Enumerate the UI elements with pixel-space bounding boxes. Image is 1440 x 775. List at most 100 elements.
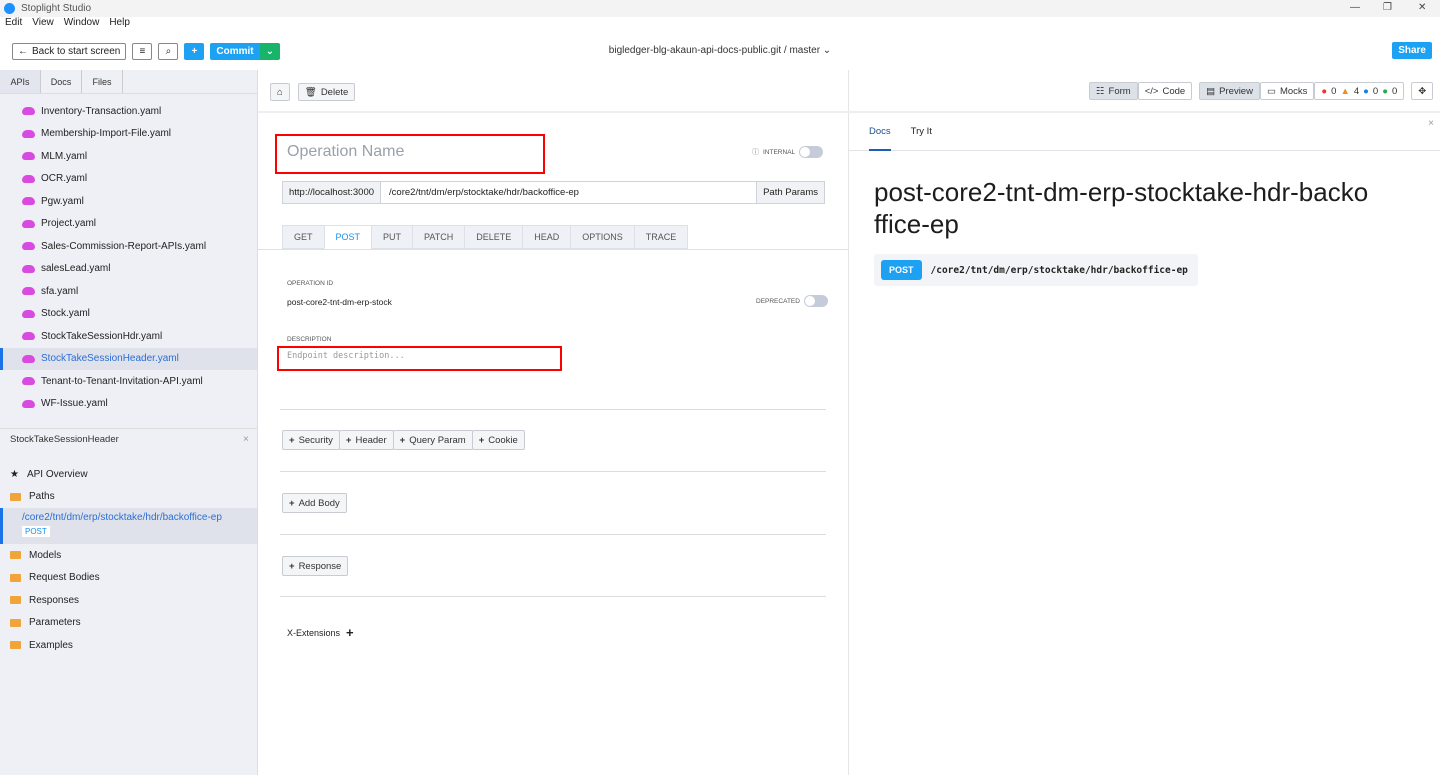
file-label: salesLead.yaml: [41, 263, 111, 275]
tab-docs[interactable]: Docs: [41, 70, 82, 93]
path-input[interactable]: /core2/tnt/dm/erp/stocktake/hdr/backoffi…: [381, 182, 756, 203]
file-item[interactable]: StockTakeSessionHeader.yaml: [0, 347, 257, 370]
method-tab[interactable]: GET: [282, 225, 325, 249]
method-tab[interactable]: POST: [323, 225, 373, 249]
file-label: Pgw.yaml: [41, 195, 84, 207]
label: Mocks: [1279, 85, 1308, 97]
editor-panel: ⌂ 🗑 Delete Operation Name ⓘ INTERNAL http…: [258, 70, 1440, 775]
file-label: OCR.yaml: [41, 173, 88, 185]
form-button[interactable]: ☷ Form: [1089, 82, 1138, 100]
label: Preview: [1219, 85, 1253, 97]
cloud-icon: [22, 377, 35, 386]
cloud-icon: [22, 197, 35, 206]
minimize-icon[interactable]: —: [1350, 2, 1360, 13]
x-extensions[interactable]: X-Extensions +: [287, 625, 354, 640]
add-param-button[interactable]: + Query Param: [392, 430, 473, 450]
add-response-button[interactable]: + Response: [282, 556, 349, 576]
file-item[interactable]: WF-Issue.yaml: [0, 393, 257, 416]
file-item[interactable]: StockTakeSessionHdr.yaml: [0, 325, 257, 348]
server-select[interactable]: http://localhost:3000: [283, 182, 382, 203]
file-item[interactable]: Sales-Commission-Report-APIs.yaml: [0, 235, 257, 258]
file-item[interactable]: sfa.yaml: [0, 280, 257, 303]
file-item[interactable]: Pgw.yaml: [0, 190, 257, 213]
info-icon: ⓘ: [752, 149, 759, 156]
tab-apis[interactable]: APIs: [0, 70, 41, 93]
method-tab[interactable]: TRACE: [633, 225, 689, 249]
add-param-button[interactable]: + Header: [338, 430, 394, 450]
preview-button[interactable]: ▤ Preview: [1199, 82, 1260, 100]
file-item[interactable]: salesLead.yaml: [0, 258, 257, 281]
file-label: WF-Issue.yaml: [41, 398, 108, 410]
tree-path-item[interactable]: /core2/tnt/dm/erp/stocktake/hdr/backoffi…: [0, 508, 257, 544]
tree-paths[interactable]: Paths: [0, 486, 257, 509]
label: Cookie: [488, 434, 518, 446]
file-label: Sales-Commission-Report-APIs.yaml: [41, 240, 207, 252]
menu-window[interactable]: Window: [64, 17, 100, 32]
tree-group[interactable]: Parameters: [0, 612, 257, 635]
menu-edit[interactable]: Edit: [5, 17, 22, 32]
error-icon: ●: [1321, 85, 1328, 97]
diagnostics-button[interactable]: ● 0 ▲ 4 ● 0 ● 0: [1314, 82, 1405, 100]
label: Request Bodies: [29, 572, 100, 584]
tag-icon[interactable]: ⌂: [270, 83, 290, 101]
title-bar: Stoplight Studio — ❐ ✕: [0, 0, 1440, 17]
tree-title: StockTakeSessionHeader: [10, 434, 119, 445]
mocks-button[interactable]: ▭ Mocks: [1259, 82, 1315, 100]
close-preview-icon[interactable]: ×: [1428, 118, 1434, 129]
tab-try-it[interactable]: Try It: [911, 112, 932, 150]
label: Query Param: [409, 434, 466, 446]
tree-api-overview[interactable]: ★ API Overview: [0, 463, 257, 486]
label: X-Extensions: [287, 627, 341, 638]
operation-id-input[interactable]: post-core2-tnt-dm-erp-stock: [287, 297, 392, 307]
cloud-icon: [22, 399, 35, 408]
folder-icon: [10, 573, 21, 582]
file-item[interactable]: MLM.yaml: [0, 145, 257, 168]
warning-icon: ▲: [1340, 85, 1350, 97]
method-tab[interactable]: PUT: [371, 225, 414, 249]
tree-group[interactable]: Examples: [0, 634, 257, 657]
repo-branch[interactable]: bigledger-blg-akaun-api-docs-public.git …: [0, 45, 1440, 56]
app-logo-icon: [4, 3, 15, 14]
label: Security: [298, 434, 333, 446]
file-item[interactable]: Membership-Import-File.yaml: [0, 123, 257, 146]
code-icon: </>: [1144, 85, 1159, 97]
description-label: DESCRIPTION: [287, 336, 332, 343]
add-param-button[interactable]: + Cookie: [471, 430, 525, 450]
method-tab[interactable]: OPTIONS: [570, 225, 635, 249]
close-icon[interactable]: ✕: [1418, 2, 1426, 13]
tree-group[interactable]: Models: [0, 544, 257, 567]
highlight-box: [275, 134, 545, 174]
menu-view[interactable]: View: [32, 17, 54, 32]
path-params-button[interactable]: Path Params: [756, 182, 824, 203]
internal-toggle[interactable]: [799, 146, 824, 158]
tree-group[interactable]: Request Bodies: [0, 567, 257, 590]
cloud-icon: [22, 174, 35, 183]
menu-help[interactable]: Help: [109, 17, 130, 32]
close-tree-icon[interactable]: ×: [243, 434, 249, 445]
tree-group[interactable]: Responses: [0, 589, 257, 612]
label: Form: [1108, 85, 1131, 97]
method-badge: POST: [881, 260, 922, 280]
add-param-button[interactable]: + Security: [282, 430, 340, 450]
delete-button[interactable]: 🗑 Delete: [297, 83, 356, 101]
file-item[interactable]: Project.yaml: [0, 213, 257, 236]
method-tab[interactable]: HEAD: [522, 225, 572, 249]
sidebar: APIs Docs Files Inventory-Transaction.ya…: [0, 70, 258, 775]
tab-docs-preview[interactable]: Docs: [869, 112, 891, 151]
file-item[interactable]: Inventory-Transaction.yaml: [0, 100, 257, 123]
method-tab[interactable]: PATCH: [412, 225, 466, 249]
list-icon: ☷: [1096, 85, 1105, 97]
restore-icon[interactable]: ❐: [1383, 2, 1392, 13]
move-icon[interactable]: ✥: [1411, 82, 1434, 100]
file-label: StockTakeSessionHeader.yaml: [41, 353, 179, 365]
file-item[interactable]: OCR.yaml: [0, 168, 257, 191]
share-button[interactable]: Share: [1392, 42, 1432, 59]
method-tab[interactable]: DELETE: [464, 225, 524, 249]
file-item[interactable]: Stock.yaml: [0, 303, 257, 326]
file-item[interactable]: Tenant-to-Tenant-Invitation-API.yaml: [0, 370, 257, 393]
tab-files[interactable]: Files: [82, 70, 123, 93]
add-body-button[interactable]: + Add Body: [282, 493, 347, 513]
code-button[interactable]: </> Code: [1137, 82, 1193, 100]
menu-bar: Edit View Window Help: [0, 17, 130, 32]
deprecated-toggle[interactable]: [803, 295, 828, 307]
